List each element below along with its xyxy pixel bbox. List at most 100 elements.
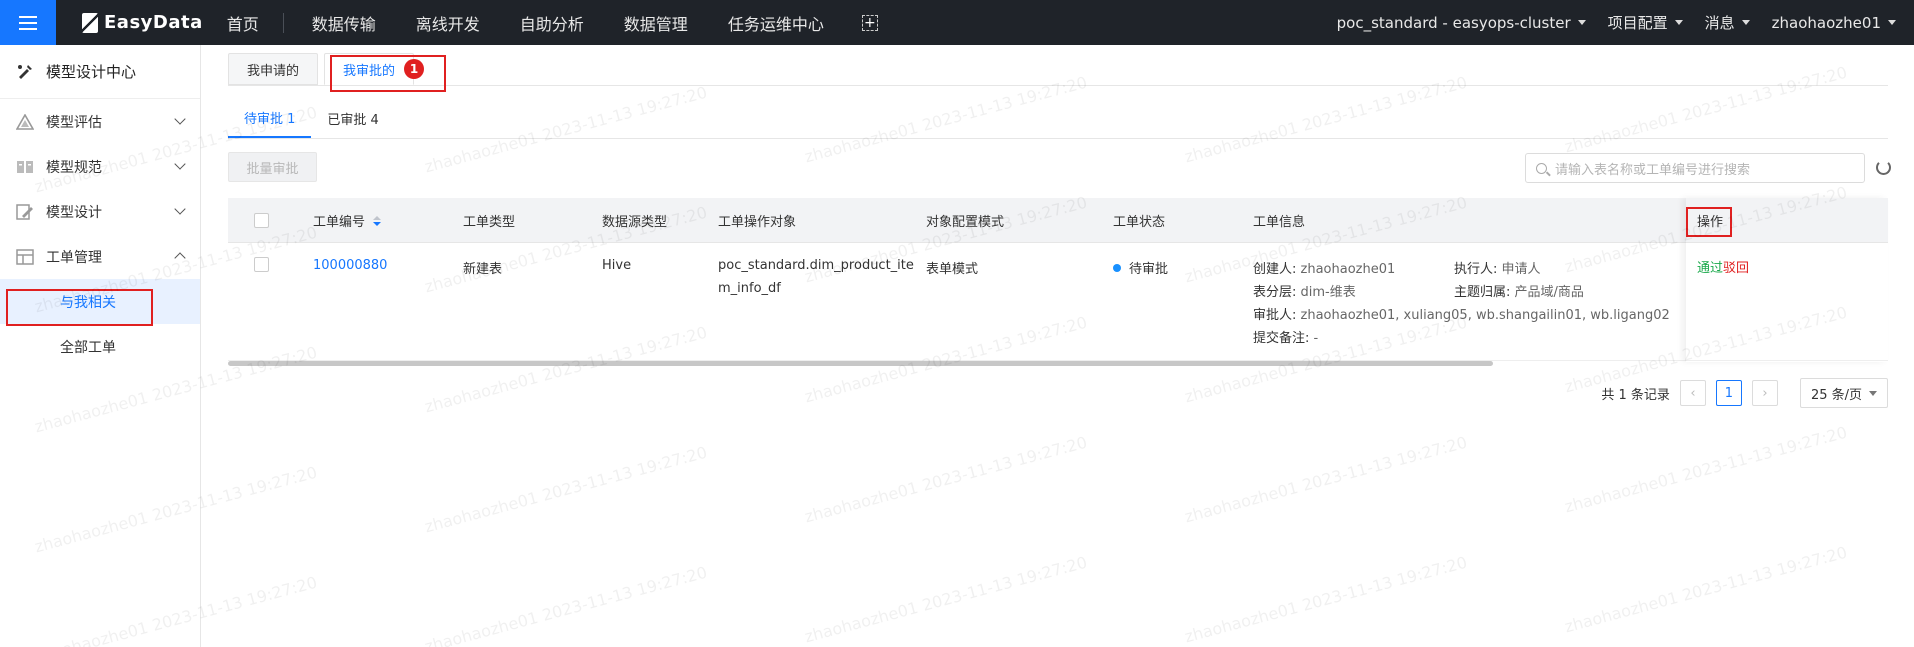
top-bar: EasyData 首页 数据传输 离线开发 自助分析 数据管理 任务运维中心 +… [0, 0, 1914, 45]
sidebar-item-model-eval[interactable]: 模型评估 [0, 99, 200, 144]
col-config-mode: 对象配置模式 [926, 215, 1005, 230]
refresh-icon[interactable] [1876, 160, 1891, 175]
batch-approve-button[interactable]: 批量审批 [228, 152, 317, 182]
col-status: 工单状态 [1113, 215, 1166, 230]
edit-icon [16, 203, 33, 220]
col-target-object: 工单操作对象 [718, 215, 797, 230]
tickets-table: 工单编号 工单类型 数据源类型 工单操作对象 对象配置模式 工单状态 工单信息 … [228, 198, 1888, 361]
sidebar-item-label: 模型设计 [46, 204, 102, 221]
chevron-down-icon [1577, 20, 1586, 25]
page-size-label: 25 条/页 [1810, 387, 1862, 403]
highlight-box-pass [1686, 207, 1732, 237]
user-name: zhaohaozhe01 [1771, 13, 1881, 32]
select-all-checkbox-cell [254, 198, 269, 243]
top-right-menu: poc_standard - easyops-cluster 项目配置 消息 z… [1315, 12, 1914, 33]
tabs-divider [228, 138, 1888, 139]
info-value: zhaohaozhe01, xuliang05, wb.shangailin01… [1300, 308, 1670, 323]
info-label: 执行人: [1454, 262, 1498, 277]
nav-divider [282, 12, 284, 33]
nav-self-analysis[interactable]: 自助分析 [500, 11, 604, 35]
ticket-type: 新建表 [463, 262, 503, 277]
secondary-tabs: 待审批 1 已审批 4 [228, 98, 395, 138]
table-row: 100000880 新建表 Hive poc_standard.dim_prod… [228, 243, 1888, 361]
model-design-icon [18, 64, 32, 79]
chevron-down-icon [174, 158, 186, 170]
config-mode: 表单模式 [926, 262, 979, 277]
user-menu[interactable]: zhaohaozhe01 [1772, 14, 1896, 32]
tab-my-requests[interactable]: 我申请的 [228, 53, 319, 85]
sort-icon[interactable] [373, 215, 382, 226]
book-icon [17, 160, 33, 173]
search-input[interactable]: 请输入表名称或工单编号进行搜索 [1525, 153, 1865, 183]
ticket-status: 待审批 [1113, 258, 1168, 277]
project-config-menu[interactable]: 项目配置 [1608, 12, 1683, 33]
info-label: 审批人: [1253, 308, 1297, 323]
pagination-total: 共 1 条记录 [1601, 387, 1670, 403]
row-checkbox[interactable] [254, 257, 269, 272]
tabs-divider [228, 85, 1888, 86]
horizontal-scrollbar[interactable] [228, 361, 1493, 366]
nav-home[interactable]: 首页 [219, 11, 279, 35]
target-object-line2: m_info_df [718, 281, 781, 296]
ticket-id-link[interactable]: 100000880 [313, 258, 387, 273]
sidebar-item-model-design[interactable]: 模型设计 [0, 189, 200, 234]
info-layer: 表分层: dim-维表 [1253, 281, 1356, 300]
prev-page-button[interactable]: ‹ [1679, 380, 1706, 406]
add-tab-icon[interactable]: + [861, 14, 878, 31]
sidebar-item-ticket-mgmt[interactable]: 工单管理 [0, 234, 200, 279]
highlight-box-tab [330, 55, 446, 92]
info-label: 创建人: [1253, 262, 1297, 277]
nav-data-management[interactable]: 数据管理 [604, 11, 708, 35]
tab-pending-approval[interactable]: 待审批 1 [228, 98, 312, 138]
info-value: zhaohaozhe01 [1300, 262, 1396, 277]
table-header: 工单编号 工单类型 数据源类型 工单操作对象 对象配置模式 工单状态 工单信息 … [228, 198, 1888, 243]
annotation-badge: 1 [404, 59, 424, 79]
sidebar: 模型设计中心 模型评估 模型规范 模型设计 工单管理 与我相关 全部工单 [0, 45, 201, 647]
project-selector[interactable]: poc_standard - easyops-cluster [1337, 14, 1586, 32]
info-executor: 执行人: 申请人 [1454, 258, 1541, 277]
sidebar-sub-all-tickets[interactable]: 全部工单 [0, 324, 200, 369]
nav-data-transfer[interactable]: 数据传输 [292, 11, 396, 35]
sidebar-item-label: 模型评估 [46, 114, 102, 131]
brand-name: EasyData [104, 12, 203, 33]
nav-task-ops[interactable]: 任务运维中心 [708, 11, 844, 35]
chevron-down-icon [1869, 390, 1877, 396]
sidebar-item-model-spec[interactable]: 模型规范 [0, 144, 200, 189]
info-label: 表分层: [1253, 285, 1297, 300]
status-label: 待审批 [1129, 262, 1169, 277]
col-datasource-type: 数据源类型 [602, 215, 668, 230]
sidebar-title-label: 模型设计中心 [46, 63, 137, 81]
info-value: 申请人 [1501, 262, 1541, 277]
sidebar-item-label: 工单管理 [46, 249, 102, 266]
target-object-line1: poc_standard.dim_product_ite [718, 258, 914, 273]
col-ticket-id[interactable]: 工单编号 [313, 198, 382, 243]
info-value: 产品域/商品 [1514, 285, 1584, 300]
info-label: 主题归属: [1454, 285, 1511, 300]
highlight-box-sidebar [6, 289, 153, 326]
row-checkbox-cell [254, 257, 269, 272]
brand-logo[interactable]: EasyData [82, 12, 203, 33]
search-icon [1536, 162, 1547, 174]
menu-icon[interactable] [0, 0, 56, 45]
main-nav: 首页 数据传输 离线开发 自助分析 数据管理 任务运维中心 + [219, 11, 878, 35]
chevron-down-icon [1674, 20, 1683, 25]
search-placeholder: 请输入表名称或工单编号进行搜索 [1555, 162, 1751, 178]
chevron-down-icon [1741, 20, 1750, 25]
main-content: 我申请的 我审批的 1 待审批 1 已审批 4 批量审批 请输入表名称或工单编号… [202, 45, 1914, 647]
messages-label: 消息 [1704, 14, 1735, 32]
tab-approved[interactable]: 已审批 4 [311, 98, 394, 138]
next-page-button[interactable]: › [1751, 380, 1778, 406]
nav-offline-dev[interactable]: 离线开发 [396, 11, 500, 35]
col-ticket-type: 工单类型 [463, 215, 516, 230]
select-all-checkbox[interactable] [254, 213, 269, 228]
messages-menu[interactable]: 消息 [1705, 12, 1750, 33]
pagination: 共 1 条记录 ‹ 1 › 25 条/页 [1601, 378, 1888, 408]
info-creator: 创建人: zhaohaozhe01 [1253, 258, 1395, 277]
info-label: 提交备注: [1253, 331, 1310, 346]
info-approver: 审批人: zhaohaozhe01, xuliang05, wb.shangai… [1253, 304, 1670, 323]
chevron-down-icon [1888, 20, 1896, 25]
page-size-select[interactable]: 25 条/页 [1799, 378, 1888, 408]
page-number-button[interactable]: 1 [1715, 380, 1742, 406]
chevron-down-icon [174, 203, 186, 215]
info-domain: 主题归属: 产品域/商品 [1454, 281, 1584, 300]
